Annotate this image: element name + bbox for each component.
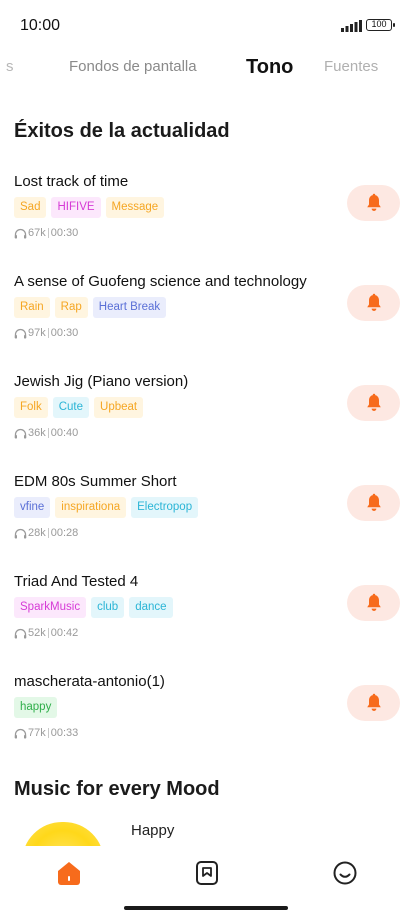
tag[interactable]: Rain [14, 297, 50, 318]
tag-list: happy [14, 697, 58, 719]
bottom-navigation [0, 846, 414, 916]
bell-icon [366, 193, 381, 211]
home-icon [58, 862, 80, 885]
bell-icon [366, 293, 381, 311]
tag[interactable]: Sad [14, 197, 47, 218]
mood-label: Happy [131, 822, 175, 839]
song-item[interactable]: Triad And Tested 4 SparkMusic club dance… [0, 573, 414, 663]
tab-partial[interactable]: s [6, 52, 14, 86]
song-item[interactable]: Jewish Jig (Piano version) Folk Cute Upb… [0, 373, 414, 463]
tag-list: vfine inspirationa Electropop [14, 497, 199, 519]
meta-divider [47, 528, 49, 538]
bell-icon [366, 593, 381, 611]
tag[interactable]: club [91, 597, 125, 618]
signal-icon [341, 20, 362, 32]
play-count: 52k [28, 627, 46, 639]
meta-divider [47, 628, 49, 638]
song-meta: 67k 00:30 [14, 226, 78, 240]
status-bar: 10:00 100 [0, 0, 414, 52]
tab-fuentes[interactable]: Fuentes [324, 52, 378, 86]
tag[interactable]: happy [14, 697, 58, 718]
tag[interactable]: Electropop [131, 497, 199, 518]
nav-bookmarks[interactable] [192, 858, 222, 888]
song-meta: 36k 00:40 [14, 426, 78, 440]
tag[interactable]: Rap [54, 297, 88, 318]
headphones-icon [14, 328, 27, 338]
duration: 00:30 [50, 227, 79, 239]
set-ringtone-button[interactable] [347, 385, 400, 421]
set-ringtone-button[interactable] [347, 485, 400, 521]
tag[interactable]: HIFIVE [51, 197, 101, 218]
song-item[interactable]: A sense of Guofeng science and technolog… [0, 273, 414, 363]
tag[interactable]: SparkMusic [14, 597, 87, 618]
tag-list: Rain Rap Heart Break [14, 297, 167, 319]
tag-list: Folk Cute Upbeat [14, 397, 144, 419]
tag-list: SparkMusic club dance [14, 597, 173, 619]
duration: 00:42 [50, 627, 79, 639]
mood-section-title: Music for every Mood [14, 778, 220, 800]
headphones-icon [14, 228, 27, 238]
smiley-icon [333, 861, 357, 885]
tag[interactable]: inspirationa [55, 497, 127, 518]
song-meta: 52k 00:42 [14, 626, 78, 640]
set-ringtone-button[interactable] [347, 585, 400, 621]
nav-home[interactable] [54, 858, 84, 888]
song-title: A sense of Guofeng science and technolog… [14, 273, 307, 290]
song-meta: 97k 00:30 [14, 326, 78, 340]
tab-fondos-de-pantalla[interactable]: Fondos de pantalla [69, 52, 197, 86]
headphones-icon [14, 528, 27, 538]
song-title: Jewish Jig (Piano version) [14, 373, 189, 390]
headphones-icon [14, 428, 27, 438]
tag-list: Sad HIFIVE Message [14, 197, 165, 219]
play-count: 36k [28, 427, 46, 439]
home-indicator [124, 906, 288, 910]
song-title: EDM 80s Summer Short [14, 473, 177, 490]
tag[interactable]: dance [129, 597, 173, 618]
battery-level: 100 [371, 19, 387, 29]
meta-divider [47, 728, 49, 738]
tab-tono[interactable]: Tono [246, 52, 293, 86]
battery-icon: 100 [366, 19, 395, 31]
mood-item[interactable]: Happy [0, 816, 414, 862]
tag[interactable]: Upbeat [94, 397, 144, 418]
tag[interactable]: Folk [14, 397, 48, 418]
status-time: 10:00 [20, 17, 61, 34]
song-meta: 77k 00:33 [14, 726, 78, 740]
play-count: 77k [28, 727, 46, 739]
song-title: Lost track of time [14, 173, 129, 190]
song-meta: 28k 00:28 [14, 526, 78, 540]
song-title: Triad And Tested 4 [14, 573, 139, 590]
play-count: 28k [28, 527, 46, 539]
nav-profile[interactable] [330, 858, 360, 888]
duration: 00:40 [50, 427, 79, 439]
tag[interactable]: Message [105, 197, 165, 218]
duration: 00:30 [50, 327, 79, 339]
song-item[interactable]: mascherata-antonio(1) happy 77k 00:33 [0, 673, 414, 763]
song-item[interactable]: EDM 80s Summer Short vfine inspirationa … [0, 473, 414, 563]
play-count: 67k [28, 227, 46, 239]
bookmark-icon [196, 861, 218, 885]
play-count: 97k [28, 327, 46, 339]
tag[interactable]: Heart Break [92, 297, 167, 318]
meta-divider [47, 228, 49, 238]
bell-icon [366, 493, 381, 511]
bell-icon [366, 693, 381, 711]
meta-divider [47, 328, 49, 338]
duration: 00:33 [50, 727, 79, 739]
set-ringtone-button[interactable] [347, 285, 400, 321]
tag[interactable]: vfine [14, 497, 51, 518]
tag[interactable]: Cute [52, 397, 90, 418]
song-item[interactable]: Lost track of time Sad HIFIVE Message 67… [0, 173, 414, 263]
duration: 00:28 [50, 527, 79, 539]
headphones-icon [14, 628, 27, 638]
set-ringtone-button[interactable] [347, 685, 400, 721]
meta-divider [47, 428, 49, 438]
section-title: Éxitos de la actualidad [14, 120, 230, 142]
song-title: mascherata-antonio(1) [14, 673, 165, 690]
category-tabs: s Fondos de pantalla Tono Fuentes [0, 52, 414, 86]
headphones-icon [14, 728, 27, 738]
bell-icon [366, 393, 381, 411]
set-ringtone-button[interactable] [347, 185, 400, 221]
